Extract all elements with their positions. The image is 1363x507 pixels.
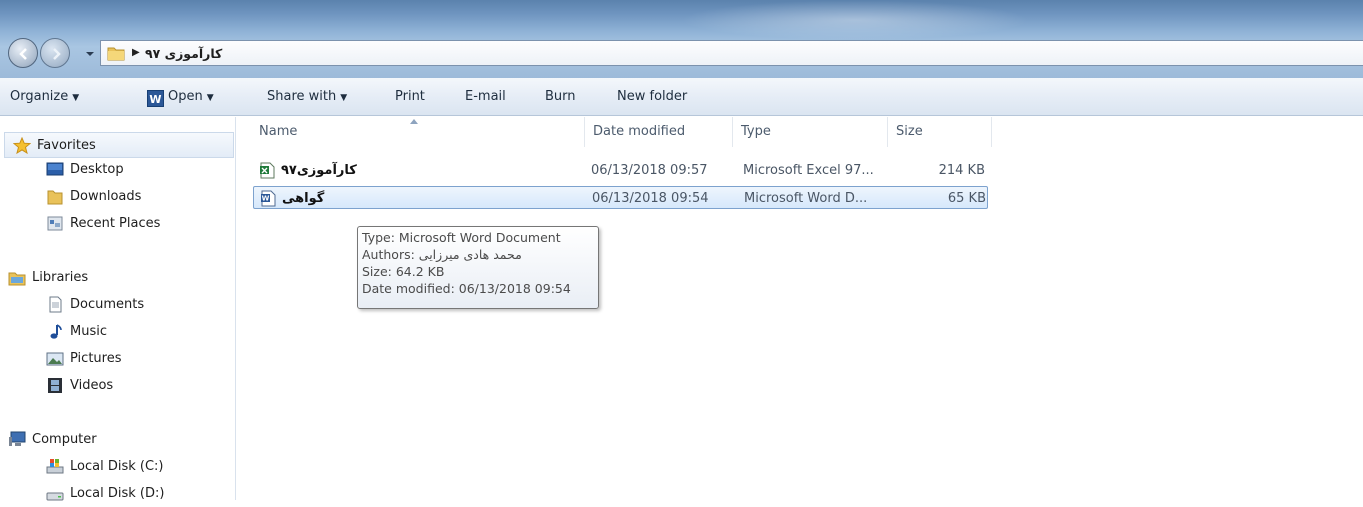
file-date-modified: 06/13/2018 09:54 [592,191,709,206]
back-arrow-icon [19,48,27,60]
sidebar-item-pictures[interactable]: Pictures [0,346,236,372]
file-size: 214 KB [938,163,985,178]
forward-arrow-icon [53,48,61,60]
open-button[interactable]: W Open ▼ [147,89,214,107]
file-type: Microsoft Excel 97... [743,163,874,178]
sidebar-item-documents[interactable]: Documents [0,292,236,318]
excel-file-icon [260,162,275,179]
sidebar-item-computer[interactable]: Computer [0,427,236,453]
burn-button[interactable]: Burn [545,89,576,104]
star-icon [13,137,31,154]
sidebar-item-local-disk-c[interactable]: Local Disk (C:) [0,454,236,480]
back-button[interactable] [8,38,38,68]
file-type: Microsoft Word D... [744,191,868,206]
sidebar-item-music[interactable]: Music [0,319,236,345]
recent-pages-dropdown-icon[interactable] [85,49,95,59]
address-bar[interactable]: ▶ کارآموزی ۹۷ [100,40,1363,66]
file-row-selected[interactable]: W گواهی 06/13/2018 09:54 Microsoft Word … [253,186,988,209]
file-size: 65 KB [947,191,986,206]
svg-text:W: W [262,195,270,203]
sidebar-item-videos[interactable]: Videos [0,373,236,399]
sidebar-item-recent-places[interactable]: Recent Places [0,211,236,237]
breadcrumb-chevron-icon[interactable]: ▶ [132,47,140,58]
word-file-icon: W [261,190,276,207]
pictures-icon [46,352,64,366]
column-header-type[interactable]: Type [733,117,888,147]
column-header-size[interactable]: Size [888,117,992,147]
libraries-icon [8,272,26,286]
downloads-folder-icon [47,190,63,205]
computer-icon [9,431,26,446]
print-button[interactable]: Print [395,89,425,104]
column-header-date-modified[interactable]: Date modified [585,117,733,147]
file-date-modified: 06/13/2018 09:57 [591,163,708,178]
tooltip-date-modified: Date modified: 06/13/2018 09:54 [362,281,571,296]
breadcrumb-current-folder[interactable]: کارآموزی ۹۷ [145,46,222,61]
tooltip-type: Type: Microsoft Word Document [362,230,561,245]
chevron-down-icon: ▼ [72,93,80,103]
music-note-icon [50,324,62,339]
command-bar: Organize ▼ W Open ▼ Share with ▼ Print E-mai… [0,78,1363,116]
sidebar-item-local-disk-d[interactable]: Local Disk (D:) [0,481,236,507]
file-name: گواهی [282,191,325,206]
sidebar-item-desktop[interactable]: Desktop [0,157,236,183]
file-info-tooltip: Type: Microsoft Word Document Authors: م… [357,226,599,309]
folder-icon [107,47,125,61]
system-drive-icon [46,459,64,474]
desktop-icon [46,162,64,176]
email-button[interactable]: E-mail [465,89,506,104]
videos-icon [48,378,62,393]
forward-button[interactable] [40,38,70,68]
tooltip-authors: Authors: محمد هادی میرزایی [362,247,522,262]
chevron-down-icon: ▼ [340,93,348,103]
sidebar-item-downloads[interactable]: Downloads [0,184,236,210]
new-folder-button[interactable]: New folder [617,89,687,104]
drive-icon [46,492,64,501]
file-row[interactable]: کارآموزی۹۷ 06/13/2018 09:57 Microsoft Ex… [253,159,988,182]
sidebar-item-libraries[interactable]: Libraries [0,265,236,291]
share-with-button[interactable]: Share with ▼ [267,89,347,104]
word-icon: W [147,90,164,107]
title-bar [0,0,1363,78]
sidebar-item-favorites[interactable]: Favorites [4,132,234,158]
recent-places-icon [47,216,63,231]
tooltip-size: Size: 64.2 KB [362,264,445,279]
chevron-down-icon: ▼ [206,93,214,103]
documents-icon [49,296,62,313]
organize-button[interactable]: Organize ▼ [10,89,79,104]
file-name: کارآموزی۹۷ [281,163,357,178]
sort-ascending-icon [410,119,418,124]
navigation-pane: Favorites Desktop Downloads Recent Place… [0,117,236,501]
